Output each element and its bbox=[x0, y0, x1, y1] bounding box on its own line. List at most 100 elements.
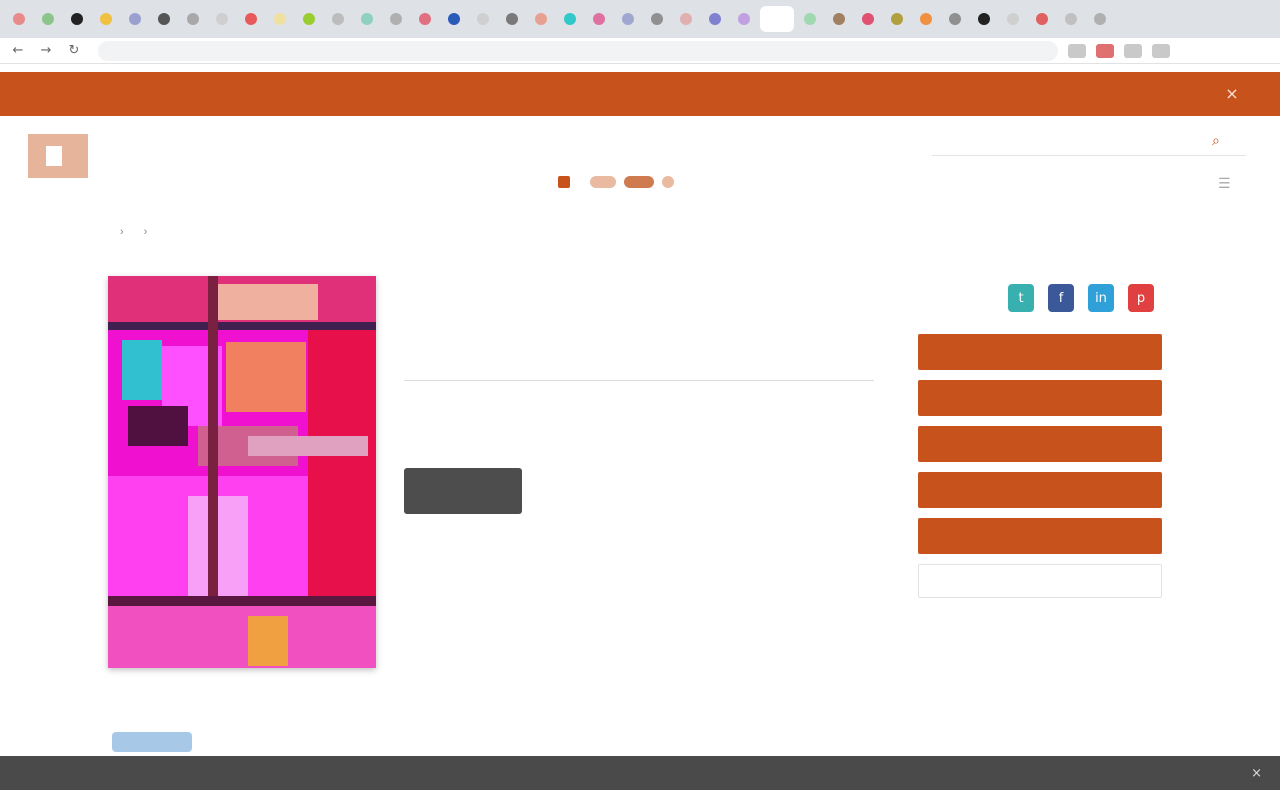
add-to-cart-button[interactable] bbox=[404, 468, 522, 514]
cart-icon[interactable] bbox=[558, 176, 570, 188]
thumbnail[interactable] bbox=[112, 732, 192, 752]
cart[interactable] bbox=[558, 176, 682, 188]
browser-tab[interactable] bbox=[942, 6, 968, 32]
favicon-icon bbox=[833, 13, 845, 25]
favicon-icon bbox=[13, 13, 25, 25]
browser-tab[interactable] bbox=[702, 6, 728, 32]
favicon-icon bbox=[920, 13, 932, 25]
browser-tab[interactable] bbox=[1029, 6, 1055, 32]
browser-tab[interactable] bbox=[731, 6, 757, 32]
browser-tab[interactable] bbox=[383, 6, 409, 32]
action-button[interactable] bbox=[918, 334, 1162, 370]
browser-tab[interactable] bbox=[797, 6, 823, 32]
browser-tab[interactable] bbox=[6, 6, 32, 32]
browser-tab[interactable] bbox=[441, 6, 467, 32]
breadcrumb-separator: › bbox=[120, 226, 124, 238]
browser-tab[interactable] bbox=[1058, 6, 1084, 32]
browser-tab[interactable] bbox=[1000, 6, 1026, 32]
browser-tab[interactable] bbox=[499, 6, 525, 32]
browser-tab[interactable] bbox=[855, 6, 881, 32]
announcement-bar: × bbox=[0, 72, 1280, 116]
browser-tab[interactable] bbox=[151, 6, 177, 32]
browser-tab[interactable] bbox=[557, 6, 583, 32]
browser-tab[interactable] bbox=[180, 6, 206, 32]
browser-tab[interactable] bbox=[826, 6, 852, 32]
divider bbox=[404, 380, 874, 381]
search-input[interactable] bbox=[932, 134, 1212, 149]
browser-tab[interactable] bbox=[884, 6, 910, 32]
browser-toolbar: ← → ↻ bbox=[0, 38, 1280, 64]
action-buttons bbox=[918, 334, 1162, 608]
favicon-icon bbox=[390, 13, 402, 25]
favicon-icon bbox=[1007, 13, 1019, 25]
browser-tab[interactable] bbox=[64, 6, 90, 32]
close-icon[interactable]: × bbox=[1222, 84, 1242, 104]
favicon-icon bbox=[593, 13, 605, 25]
action-button[interactable] bbox=[918, 472, 1162, 508]
browser-tab[interactable] bbox=[644, 6, 670, 32]
site-search: ⌕ bbox=[932, 128, 1246, 156]
favicon-icon bbox=[738, 13, 750, 25]
extension-icon[interactable] bbox=[1124, 43, 1142, 58]
browser-tab[interactable] bbox=[93, 6, 119, 32]
browser-tab[interactable] bbox=[296, 6, 322, 32]
share-row: t f in p bbox=[918, 284, 1168, 312]
browser-tab[interactable] bbox=[238, 6, 264, 32]
browser-tab[interactable] bbox=[209, 6, 235, 32]
favicon-icon bbox=[245, 13, 257, 25]
browser-tab[interactable] bbox=[971, 6, 997, 32]
site-logo[interactable] bbox=[28, 134, 228, 178]
favicon-icon bbox=[804, 13, 816, 25]
action-button[interactable] bbox=[918, 426, 1162, 462]
facebook-icon[interactable]: f bbox=[1048, 284, 1074, 312]
favicon-icon bbox=[216, 13, 228, 25]
browser-tab[interactable] bbox=[122, 6, 148, 32]
browser-tab[interactable] bbox=[760, 6, 794, 32]
browser-tab[interactable] bbox=[267, 6, 293, 32]
favicon-icon bbox=[1065, 13, 1077, 25]
bookmark-icon[interactable] bbox=[1068, 43, 1086, 58]
product-cover-image[interactable] bbox=[108, 276, 376, 668]
browser-tab[interactable] bbox=[1087, 6, 1113, 32]
favicon-icon bbox=[419, 13, 431, 25]
browser-tab[interactable] bbox=[528, 6, 554, 32]
browser-tab[interactable] bbox=[354, 6, 380, 32]
browser-tab[interactable] bbox=[673, 6, 699, 32]
browser-tab[interactable] bbox=[586, 6, 612, 32]
account-link[interactable] bbox=[624, 176, 654, 188]
account-link[interactable] bbox=[662, 176, 674, 188]
extension-icon[interactable] bbox=[1096, 43, 1114, 58]
favicon-icon bbox=[332, 13, 344, 25]
browser-tab[interactable] bbox=[913, 6, 939, 32]
linkedin-icon[interactable]: in bbox=[1088, 284, 1114, 312]
forward-icon[interactable]: → bbox=[36, 41, 56, 61]
browser-tab[interactable] bbox=[470, 6, 496, 32]
pinterest-icon[interactable]: p bbox=[1128, 284, 1154, 312]
action-button[interactable] bbox=[918, 380, 1162, 416]
browser-tab[interactable] bbox=[615, 6, 641, 32]
action-button[interactable] bbox=[918, 518, 1162, 554]
close-icon[interactable]: × bbox=[1251, 766, 1262, 781]
action-button[interactable] bbox=[918, 564, 1162, 598]
browser-tab[interactable] bbox=[325, 6, 351, 32]
favicon-icon bbox=[100, 13, 112, 25]
favicon-icon bbox=[622, 13, 634, 25]
favicon-icon bbox=[535, 13, 547, 25]
address-bar[interactable] bbox=[98, 40, 1058, 61]
logo-mark-icon bbox=[28, 134, 88, 178]
twitter-icon[interactable]: t bbox=[1008, 284, 1034, 312]
back-icon[interactable]: ← bbox=[8, 41, 28, 61]
search-icon[interactable]: ⌕ bbox=[1212, 133, 1230, 151]
menu-icon[interactable]: ☰ bbox=[1218, 176, 1240, 192]
account-link[interactable] bbox=[590, 176, 616, 188]
browser-tab[interactable] bbox=[35, 6, 61, 32]
favicon-icon bbox=[129, 13, 141, 25]
browser-tab[interactable] bbox=[412, 6, 438, 32]
favicon-icon bbox=[477, 13, 489, 25]
favicon-icon bbox=[158, 13, 170, 25]
reload-icon[interactable]: ↻ bbox=[64, 41, 84, 61]
favicon-icon bbox=[862, 13, 874, 25]
favicon-icon bbox=[42, 13, 54, 25]
favicon-icon bbox=[1094, 13, 1106, 25]
profile-icon[interactable] bbox=[1152, 43, 1170, 58]
